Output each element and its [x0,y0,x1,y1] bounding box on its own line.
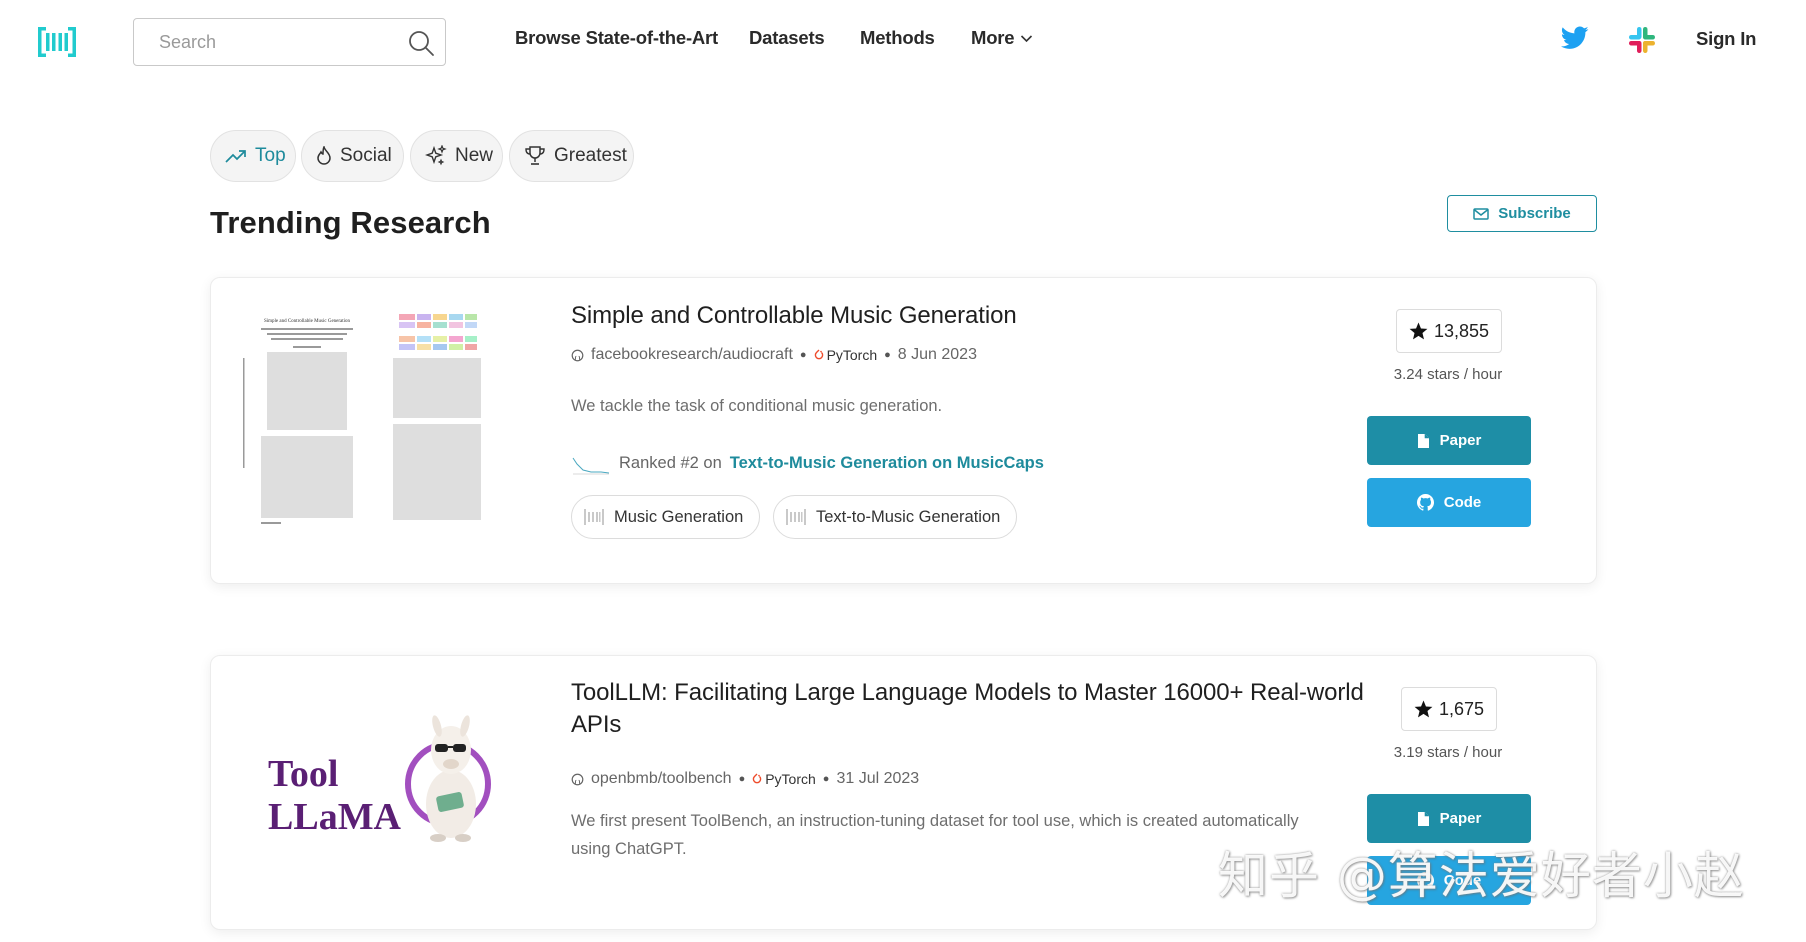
watermark-text: 知乎 @算法爱好者小赵 [1218,847,1745,905]
sign-in-link[interactable]: Sign In [1696,28,1756,50]
flame-icon [317,146,331,165]
pytorch-icon [752,773,762,784]
llama-mascot-icon [426,715,476,842]
repo-link[interactable]: facebookresearch/audiocraft [591,346,793,364]
task-label: Text-to-Music Generation [816,507,1001,526]
paper-card: Simple and Controllable Music Generation [210,277,1597,584]
paper-thumbnail[interactable]: Simple and Controllable Music Generation [241,308,531,538]
nav-methods[interactable]: Methods [860,27,935,49]
sota-chart-icon [572,457,610,475]
star-icon [1414,700,1433,718]
search-box [133,18,446,66]
paper-thumbnail[interactable]: Tool LLaMA [241,686,531,916]
document-icon [1417,433,1429,448]
twitter-icon[interactable] [1561,26,1589,50]
nav-browse-sota[interactable]: Browse State-of-the-Art [515,27,718,49]
task-chip[interactable]: Music Generation [571,495,761,539]
subscribe-label: Subscribe [1498,205,1571,222]
stars-count: 1,675 [1439,698,1485,719]
code-button[interactable]: Code [1367,478,1531,527]
paper-meta: facebookresearch/audiocraft ● PyTorch ● … [571,346,977,364]
trophy-icon [525,146,545,165]
paper-title-link[interactable]: Simple and Controllable Music Generation [571,300,1017,332]
thumbnail-heading: Simple and Controllable Music Generation [264,319,351,324]
paper-date: 31 Jul 2023 [836,770,920,787]
code-button-label: Code [1443,494,1482,511]
nav-datasets[interactable]: Datasets [749,27,825,49]
paperswithcode-logo-icon[interactable] [38,27,76,57]
pytorch-icon [814,349,823,360]
github-stars[interactable]: 1,675 [1401,687,1498,731]
paper-button[interactable]: Paper [1367,416,1531,465]
task-icon [786,509,806,525]
trending-up-icon [225,150,246,163]
nav-more-label: More [971,27,1015,48]
document-icon [1417,811,1429,826]
stars-rate: 3.19 stars / hour [1393,744,1503,761]
github-stars[interactable]: 13,855 [1396,309,1503,353]
tab-top-label: Top [255,145,286,166]
search-icon[interactable] [407,29,435,57]
task-chip[interactable]: Text-to-Music Generation [773,495,1018,539]
tab-new[interactable]: New [410,130,503,182]
paper-abstract: We first present ToolBench, an instructi… [571,812,1299,858]
paper-title-link[interactable]: ToolLLM: Facilitating Large Language Mod… [571,677,1371,741]
meta-separator: ● [822,773,830,785]
tab-top[interactable]: Top [210,130,296,182]
task-label: Music Generation [614,507,744,526]
sparkles-icon [425,145,447,166]
tab-greatest-label: Greatest [554,145,627,166]
repo-link[interactable]: openbmb/toolbench [591,770,732,788]
paper-abstract: We tackle the task of conditional music … [571,397,943,415]
nav-more-dropdown[interactable]: More [971,27,1033,49]
meta-separator: ● [738,773,746,785]
framework-label: PyTorch [765,771,816,787]
framework-label: PyTorch [826,347,878,363]
thumbnail-llama-text: LLaMA [268,796,402,838]
meta-separator: ● [799,349,807,361]
paper-date: 8 Jun 2023 [897,346,977,363]
rank-task-link[interactable]: Text-to-Music Generation on MusicCaps [730,454,1044,473]
subscribe-button[interactable]: Subscribe [1447,195,1597,232]
meta-separator: ● [884,349,891,361]
framework-badge: PyTorch [752,771,816,787]
github-icon [571,773,584,785]
ranking-info: Ranked #2 on Text-to-Music Generation on… [571,450,1044,476]
github-icon [1416,494,1434,511]
tab-new-label: New [455,145,494,166]
stars-rate: 3.24 stars / hour [1393,366,1503,383]
tab-social[interactable]: Social [301,130,404,182]
star-icon [1409,322,1428,340]
paper-button-label: Paper [1439,432,1482,449]
paper-button-label: Paper [1439,810,1482,827]
github-icon [571,349,584,361]
mail-icon [1473,207,1489,220]
tab-greatest[interactable]: Greatest [509,130,634,182]
task-icon [584,509,604,525]
slack-icon[interactable] [1628,26,1656,54]
page-title: Trending Research [210,205,491,240]
tab-social-label: Social [340,145,392,166]
search-input[interactable] [134,19,394,65]
framework-badge: PyTorch [814,347,878,363]
top-navbar: Browse State-of-the-Art Datasets Methods… [0,0,1806,82]
paper-meta: openbmb/toolbench ● PyTorch ● 31 Jul 202… [571,770,919,788]
chevron-down-icon [1021,34,1033,42]
thumbnail-tool-text: Tool [268,753,338,795]
stars-count: 13,855 [1434,320,1490,341]
rank-text: Ranked #2 on [619,453,722,472]
